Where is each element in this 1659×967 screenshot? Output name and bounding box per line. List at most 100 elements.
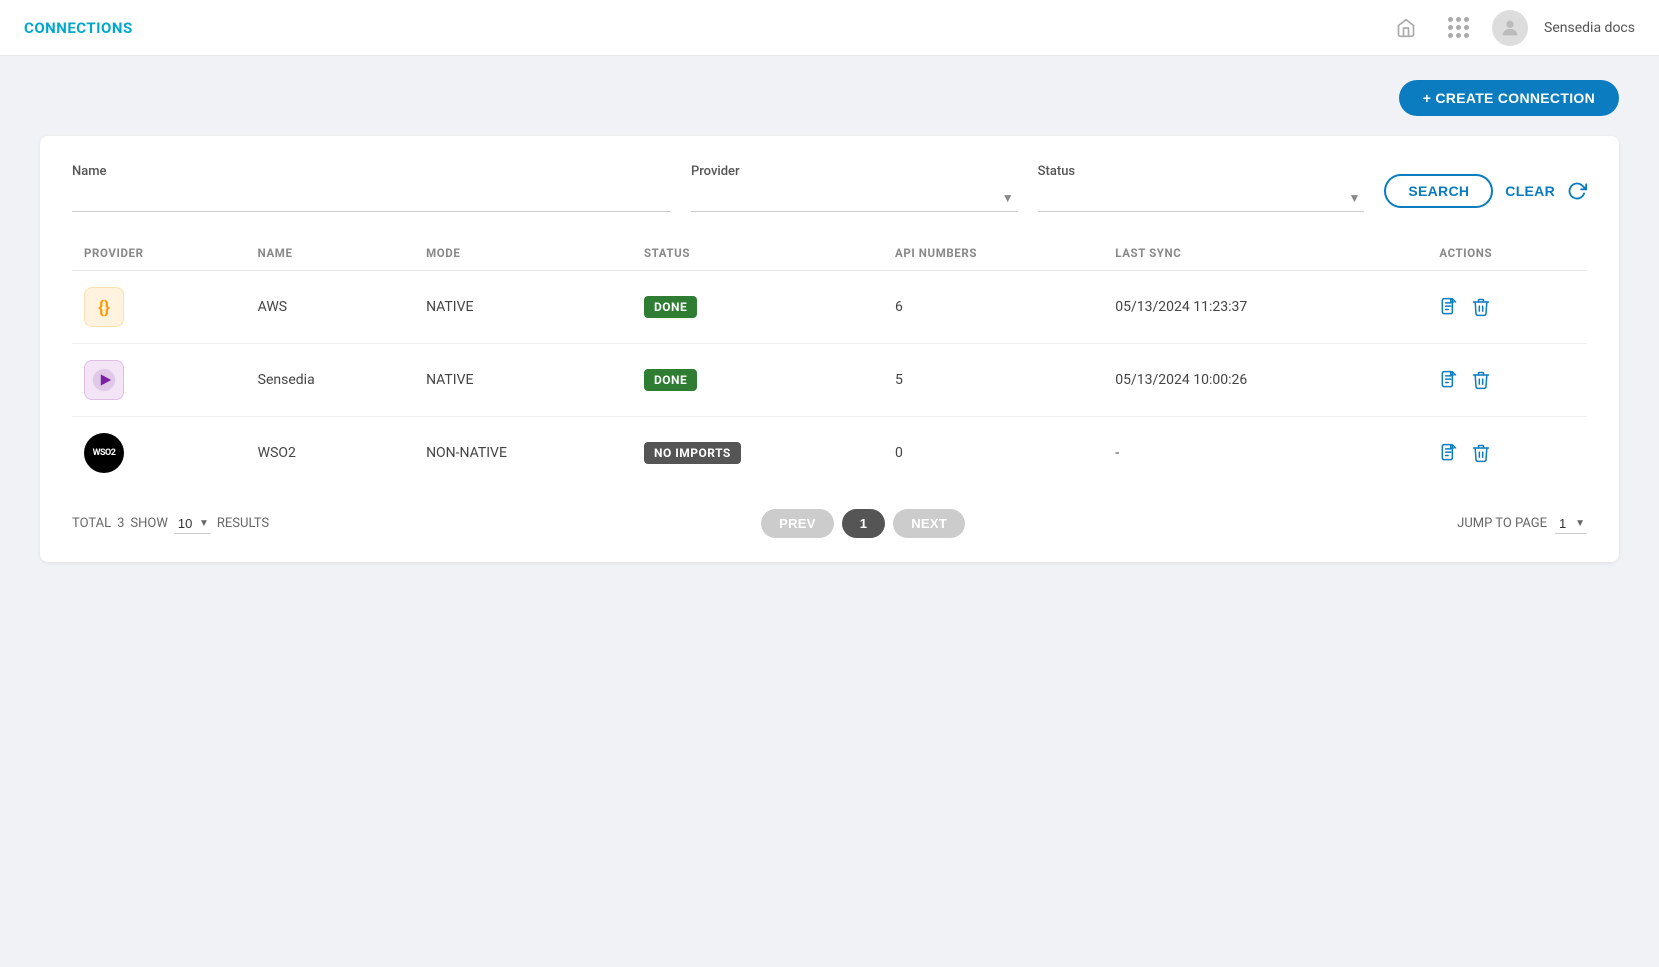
cell-actions <box>1427 344 1587 417</box>
col-mode: MODE <box>414 236 632 271</box>
cell-mode: NATIVE <box>414 344 632 417</box>
status-filter-label: Status <box>1038 164 1365 179</box>
document-icon <box>1439 297 1459 317</box>
main-content: + CREATE CONNECTION Name Provider AWS Se… <box>0 56 1659 586</box>
status-filter-select[interactable]: DONE NO IMPORTS <box>1038 183 1365 212</box>
document-icon <box>1439 370 1459 390</box>
results-label: RESULTS <box>217 516 269 531</box>
home-icon-btn[interactable] <box>1388 10 1424 46</box>
cell-api-numbers: 0 <box>883 417 1103 490</box>
cell-provider-logo: {} <box>72 271 246 344</box>
table-row: {} AWS NATIVE DONE 6 05/13/2024 11:23:37 <box>72 271 1587 344</box>
action-icons <box>1439 297 1575 317</box>
pagination-info: TOTAL 3 SHOW 10 25 50 ▼ RESULTS <box>72 514 269 534</box>
view-logs-button[interactable] <box>1439 297 1459 317</box>
provider-filter-label: Provider <box>691 164 1018 179</box>
show-label: SHOW <box>130 516 167 531</box>
search-button[interactable]: SEARCH <box>1384 174 1493 208</box>
cell-status: DONE <box>632 271 883 344</box>
docs-link[interactable]: Sensedia docs <box>1544 20 1635 36</box>
cell-last-sync: - <box>1103 417 1427 490</box>
svg-text:{}: {} <box>98 298 110 318</box>
app-title: CONNECTIONS <box>24 19 133 37</box>
col-name: NAME <box>246 236 414 271</box>
total-label: TOTAL <box>72 516 111 531</box>
jump-select[interactable]: 1 <box>1555 514 1587 534</box>
view-logs-button[interactable] <box>1439 370 1459 390</box>
cell-name: Sensedia <box>246 344 414 417</box>
avatar[interactable] <box>1492 10 1528 46</box>
filter-row: Name Provider AWS Sensedia WSO2 ▼ <box>72 164 1587 212</box>
provider-filter-field: Provider AWS Sensedia WSO2 ▼ <box>691 164 1018 212</box>
status-badge-done: DONE <box>644 369 697 391</box>
col-provider: PROVIDER <box>72 236 246 271</box>
clear-button[interactable]: CLEAR <box>1505 183 1555 199</box>
cell-last-sync: 05/13/2024 10:00:26 <box>1103 344 1427 417</box>
filter-actions: SEARCH CLEAR <box>1384 174 1587 212</box>
topnav-right: Sensedia docs <box>1388 10 1635 46</box>
aws-logo: {} <box>84 287 124 327</box>
trash-icon <box>1471 297 1491 317</box>
refresh-icon <box>1567 181 1587 201</box>
cell-mode: NATIVE <box>414 271 632 344</box>
user-icon <box>1499 17 1521 39</box>
cell-api-numbers: 5 <box>883 344 1103 417</box>
connections-table: PROVIDER NAME MODE STATUS API NUMBERS LA… <box>72 236 1587 489</box>
action-icons <box>1439 443 1575 463</box>
view-logs-button[interactable] <box>1439 443 1459 463</box>
create-connection-button[interactable]: + CREATE CONNECTION <box>1399 80 1619 116</box>
cell-actions <box>1427 417 1587 490</box>
name-filter-input[interactable] <box>72 183 671 212</box>
trash-icon <box>1471 443 1491 463</box>
cell-actions <box>1427 271 1587 344</box>
cell-name: WSO2 <box>246 417 414 490</box>
show-select[interactable]: 10 25 50 <box>174 514 211 534</box>
pagination-right: JUMP TO PAGE 1 ▼ <box>1457 514 1587 534</box>
status-select-wrap: DONE NO IMPORTS ▼ <box>1038 183 1365 212</box>
page-1-button[interactable]: 1 <box>842 509 886 538</box>
table-wrap: PROVIDER NAME MODE STATUS API NUMBERS LA… <box>72 236 1587 489</box>
jump-to-page-label: JUMP TO PAGE <box>1457 516 1547 531</box>
show-select-wrap: 10 25 50 ▼ <box>174 514 211 534</box>
topnav: CONNECTIONS Sensedia docs <box>0 0 1659 56</box>
cell-status: NO IMPORTS <box>632 417 883 490</box>
provider-filter-select[interactable]: AWS Sensedia WSO2 <box>691 183 1018 212</box>
wso2-logo: WSO2 <box>84 433 124 473</box>
col-status: STATUS <box>632 236 883 271</box>
action-icons <box>1439 370 1575 390</box>
status-filter-field: Status DONE NO IMPORTS ▼ <box>1038 164 1365 212</box>
prev-button[interactable]: PREV <box>761 509 834 538</box>
action-row: + CREATE CONNECTION <box>40 80 1619 116</box>
provider-select-wrap: AWS Sensedia WSO2 ▼ <box>691 183 1018 212</box>
status-badge-done: DONE <box>644 296 697 318</box>
table-body: {} AWS NATIVE DONE 6 05/13/2024 11:23:37 <box>72 271 1587 490</box>
table-header: PROVIDER NAME MODE STATUS API NUMBERS LA… <box>72 236 1587 271</box>
col-actions: ACTIONS <box>1427 236 1587 271</box>
cell-api-numbers: 6 <box>883 271 1103 344</box>
grid-icon <box>1448 17 1469 38</box>
filter-card: Name Provider AWS Sensedia WSO2 ▼ <box>40 136 1619 562</box>
col-last-sync: LAST SYNC <box>1103 236 1427 271</box>
jump-select-wrap: 1 ▼ <box>1555 514 1587 534</box>
name-filter-field: Name <box>72 164 671 212</box>
status-badge-no-imports: NO IMPORTS <box>644 442 741 464</box>
delete-button[interactable] <box>1471 443 1491 463</box>
apps-icon-btn[interactable] <box>1440 10 1476 46</box>
table-row: Sensedia NATIVE DONE 5 05/13/2024 10:00:… <box>72 344 1587 417</box>
cell-provider-logo <box>72 344 246 417</box>
document-icon <box>1439 443 1459 463</box>
refresh-button[interactable] <box>1567 181 1587 201</box>
total-count: 3 <box>117 516 124 531</box>
col-api-numbers: API NUMBERS <box>883 236 1103 271</box>
delete-button[interactable] <box>1471 297 1491 317</box>
pagination-center: PREV 1 NEXT <box>269 509 1457 538</box>
trash-icon <box>1471 370 1491 390</box>
next-button[interactable]: NEXT <box>893 509 965 538</box>
cell-status: DONE <box>632 344 883 417</box>
cell-name: AWS <box>246 271 414 344</box>
cell-mode: NON-NATIVE <box>414 417 632 490</box>
delete-button[interactable] <box>1471 370 1491 390</box>
table-row: WSO2 WSO2 NON-NATIVE NO IMPORTS 0 - <box>72 417 1587 490</box>
cell-provider-logo: WSO2 <box>72 417 246 490</box>
cell-last-sync: 05/13/2024 11:23:37 <box>1103 271 1427 344</box>
